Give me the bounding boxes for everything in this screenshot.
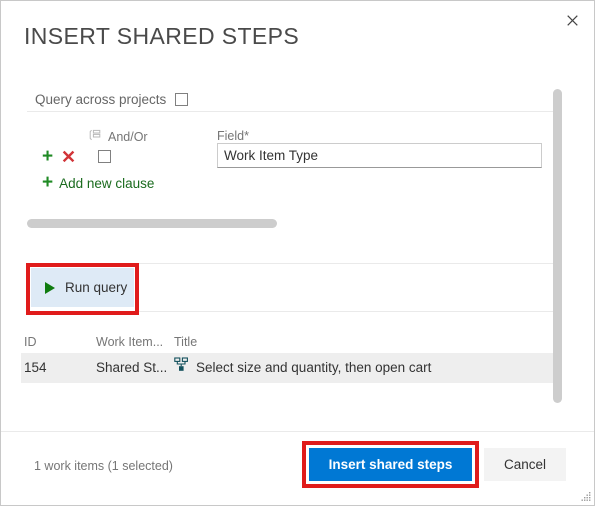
horizontal-scrollbar-thumb[interactable] bbox=[27, 219, 277, 228]
cell-title: Select size and quantity, then open cart bbox=[174, 353, 431, 383]
query-clause-row: + ✕ bbox=[1, 143, 594, 173]
query-across-projects-row: Query across projects bbox=[35, 92, 189, 107]
divider-above-run-query bbox=[27, 263, 553, 264]
list-group-icon bbox=[89, 129, 101, 144]
query-across-projects-checkbox[interactable] bbox=[175, 93, 189, 106]
field-input[interactable] bbox=[217, 143, 542, 168]
vertical-scrollbar[interactable] bbox=[553, 89, 562, 407]
table-row[interactable]: 154 Shared St... Select size and quantit… bbox=[21, 353, 556, 383]
page-title: INSERT SHARED STEPS bbox=[24, 23, 300, 49]
plus-icon: + bbox=[42, 172, 54, 193]
resize-handle-icon[interactable] bbox=[579, 490, 592, 503]
add-new-clause-button[interactable]: + Add new clause bbox=[42, 172, 155, 193]
cell-title-text: Select size and quantity, then open cart bbox=[196, 360, 432, 375]
play-triangle-icon bbox=[45, 281, 55, 294]
query-builder-region: Query across projects And/Or Field* + ✕ bbox=[1, 81, 594, 407]
cell-work-item-type: Shared St... bbox=[96, 360, 168, 375]
results-grid-header: ID Work Item... Title bbox=[1, 331, 594, 353]
remove-x-icon[interactable]: ✕ bbox=[61, 147, 76, 167]
column-header-andor: And/Or bbox=[89, 129, 148, 144]
insert-shared-steps-button[interactable]: Insert shared steps bbox=[309, 448, 472, 481]
insert-shared-steps-dialog: INSERT SHARED STEPS Query across project… bbox=[0, 0, 595, 506]
column-header-work-item-type[interactable]: Work Item... bbox=[96, 331, 163, 353]
shared-steps-icon bbox=[174, 353, 189, 383]
divider-top bbox=[27, 111, 553, 112]
close-icon[interactable] bbox=[556, 5, 588, 35]
column-header-andor-label: And/Or bbox=[108, 129, 148, 144]
query-across-projects-label: Query across projects bbox=[35, 92, 167, 107]
run-query-label: Run query bbox=[65, 280, 128, 295]
clause-andor-checkbox[interactable] bbox=[98, 150, 111, 163]
plus-icon[interactable]: + bbox=[42, 147, 53, 167]
cancel-button[interactable]: Cancel bbox=[484, 448, 566, 481]
column-header-id[interactable]: ID bbox=[24, 331, 37, 353]
work-items-status: 1 work items (1 selected) bbox=[34, 459, 173, 473]
horizontal-scrollbar[interactable] bbox=[27, 219, 553, 228]
cell-id: 154 bbox=[24, 360, 47, 375]
dialog-footer: 1 work items (1 selected) Insert shared … bbox=[1, 431, 594, 505]
add-new-clause-label: Add new clause bbox=[59, 176, 155, 191]
vertical-scrollbar-thumb[interactable] bbox=[553, 89, 562, 403]
run-query-button[interactable]: Run query bbox=[31, 268, 134, 307]
divider-below-run-query bbox=[27, 311, 553, 312]
column-header-title[interactable]: Title bbox=[174, 331, 197, 353]
column-header-field: Field* bbox=[217, 129, 249, 143]
